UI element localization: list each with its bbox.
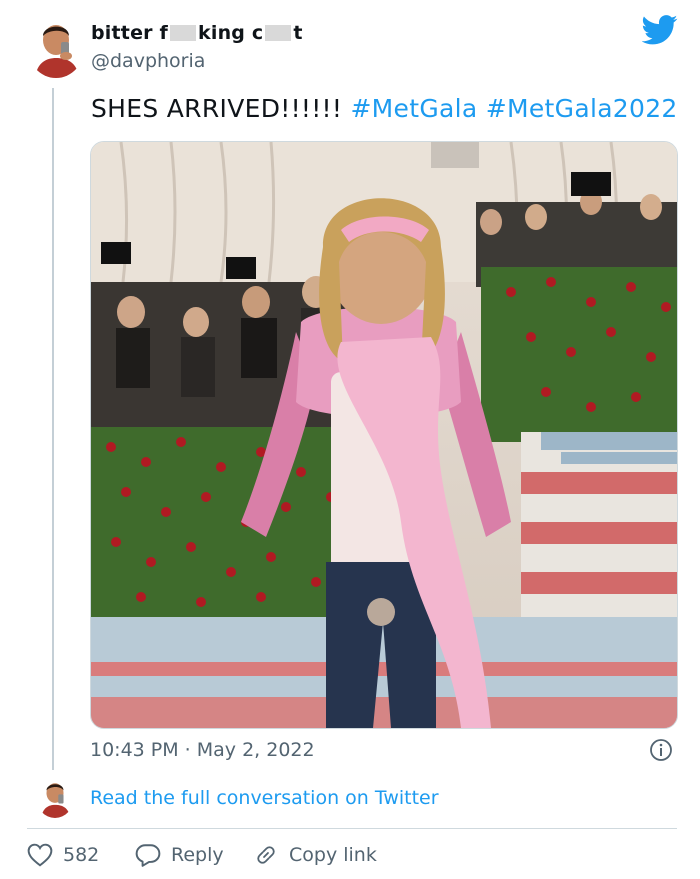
display-name-part-3: t <box>293 22 303 44</box>
author-avatar-small[interactable] <box>36 776 74 818</box>
censor-bar <box>265 25 292 41</box>
reply-label: Reply <box>171 844 224 866</box>
speech-bubble-icon <box>135 844 161 867</box>
twitter-bird-icon[interactable] <box>642 14 678 46</box>
tweet-photo[interactable] <box>90 141 678 729</box>
like-button[interactable]: 582 <box>27 842 99 868</box>
hashtag-link[interactable]: #MetGala2022 <box>486 94 678 123</box>
like-count: 582 <box>63 844 100 866</box>
read-conversation-link[interactable]: Read the full conversation on Twitter <box>90 787 439 809</box>
tweet-body: SHES ARRIVED!!!!!! <box>91 94 351 123</box>
author-display-name[interactable]: bitter f king c t <box>91 22 303 44</box>
copy-link-label: Copy link <box>289 844 377 866</box>
actions-divider <box>27 828 677 829</box>
author-avatar[interactable] <box>27 14 85 78</box>
display-name-part-2: king c <box>198 22 264 44</box>
reply-button[interactable]: Reply <box>135 842 224 868</box>
tweet-timestamp[interactable]: 10:43 PM · May 2, 2022 <box>90 739 315 761</box>
copy-link-button[interactable]: Copy link <box>253 842 377 868</box>
chain-link-icon <box>257 846 275 864</box>
display-name-part-1: bitter f <box>91 22 169 44</box>
thread-connector-line <box>52 88 54 770</box>
heart-icon <box>27 843 53 867</box>
tweet-text: SHES ARRIVED!!!!!! #MetGala #MetGala2022 <box>91 94 678 123</box>
tweet-embed-card: bitter f king c t @davphoria SHES ARRIVED!… <box>0 0 700 879</box>
censor-bar <box>170 25 197 41</box>
hashtag-link[interactable]: #MetGala <box>350 94 477 123</box>
author-handle[interactable]: @davphoria <box>91 50 205 72</box>
info-icon[interactable] <box>649 738 673 762</box>
